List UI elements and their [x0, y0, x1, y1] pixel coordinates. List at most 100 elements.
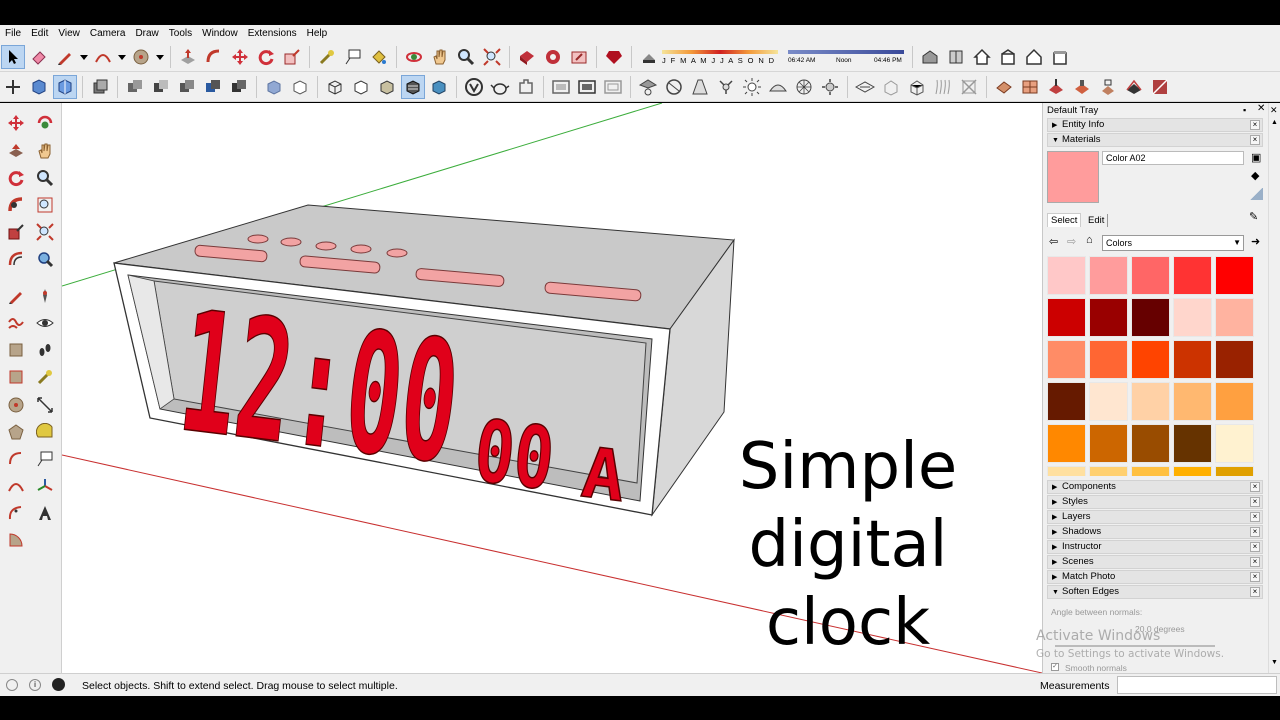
color-swatch[interactable]	[1215, 256, 1254, 295]
stamp-button[interactable]	[1070, 75, 1094, 99]
tray-pin-icon[interactable]: ▪	[1243, 105, 1246, 115]
rotate-button[interactable]	[254, 45, 278, 69]
color-swatch[interactable]	[1089, 466, 1128, 476]
push-pull-tool-button[interactable]	[4, 139, 28, 163]
components-panel-header[interactable]: ▶ Components ×	[1047, 480, 1263, 494]
zoom-extents-button[interactable]	[480, 45, 504, 69]
front-view-button[interactable]	[970, 45, 994, 69]
dome-light-button[interactable]	[662, 75, 686, 99]
orbit-tool-button[interactable]	[33, 111, 57, 135]
arc-dropdown-button[interactable]	[117, 45, 127, 69]
shaded-button[interactable]	[375, 75, 399, 99]
menu-help[interactable]: Help	[302, 28, 333, 39]
zoom-extents-tool-button[interactable]	[33, 220, 57, 244]
position-camera-button[interactable]	[33, 284, 57, 308]
eraser-tool-button[interactable]	[27, 45, 51, 69]
menu-draw[interactable]: Draw	[130, 28, 163, 39]
axes-button[interactable]	[1, 75, 25, 99]
sandbox-tool-1-button[interactable]	[462, 75, 486, 99]
add-detail-button[interactable]	[1122, 75, 1146, 99]
share-model-button[interactable]	[567, 45, 591, 69]
top-button-small[interactable]	[315, 241, 337, 251]
ies-light-button[interactable]	[714, 75, 738, 99]
color-swatch[interactable]	[1047, 466, 1086, 476]
select-tool-button[interactable]	[1, 44, 25, 69]
color-swatch[interactable]	[1131, 424, 1170, 463]
layers-panel-header[interactable]: ▶ Layers ×	[1047, 510, 1263, 524]
close-icon[interactable]: ×	[1250, 135, 1260, 145]
shaded-textures-button[interactable]	[401, 74, 425, 99]
materials-panel-header[interactable]: ▼ Materials ×	[1047, 133, 1263, 147]
clock-model[interactable]: 12:00 00 A	[113, 204, 735, 523]
text-tool-button[interactable]	[341, 45, 365, 69]
ruby-console-button[interactable]	[602, 45, 626, 69]
tape-measure-tool-button[interactable]	[33, 365, 57, 389]
color-swatch[interactable]	[1047, 424, 1086, 463]
close-icon[interactable]: ×	[1250, 512, 1260, 522]
color-swatch[interactable]	[1173, 298, 1212, 337]
details-arrow-icon[interactable]: ➜	[1251, 235, 1260, 248]
color-swatch[interactable]	[1173, 382, 1212, 421]
menu-edit[interactable]: Edit	[26, 28, 53, 39]
previous-view-button[interactable]	[33, 247, 57, 271]
two-point-arc-button[interactable]	[4, 474, 28, 498]
arc-tool-button[interactable]	[91, 45, 115, 69]
tab-edit[interactable]: Edit	[1085, 214, 1109, 227]
render-interactive-button[interactable]	[575, 75, 599, 99]
menu-file[interactable]: File	[0, 28, 26, 39]
styles-panel-header[interactable]: ▶ Styles ×	[1047, 495, 1263, 509]
top-button-small[interactable]	[386, 248, 408, 258]
top-button-small[interactable]	[350, 244, 372, 254]
forward-arrow-icon[interactable]: ⇨	[1067, 235, 1076, 248]
zoom-tool-button[interactable]	[33, 166, 57, 190]
wireframe-button[interactable]	[323, 75, 347, 99]
back-view-button[interactable]	[1022, 45, 1046, 69]
monochrome-button[interactable]	[427, 75, 451, 99]
tray-close-icon[interactable]: ✕	[1257, 103, 1265, 114]
menu-window[interactable]: Window	[197, 28, 243, 39]
split-button[interactable]	[227, 75, 251, 99]
text-tool-button-left[interactable]	[33, 447, 57, 471]
material-editor-button[interactable]	[514, 75, 538, 99]
color-swatch[interactable]	[1089, 382, 1128, 421]
walk-button[interactable]	[33, 338, 57, 362]
scale-button[interactable]	[280, 45, 304, 69]
trim-button[interactable]	[175, 75, 199, 99]
mesh-export-button[interactable]	[905, 75, 929, 99]
xray-button[interactable]	[262, 75, 286, 99]
move-button[interactable]	[228, 45, 252, 69]
dimension-tool-button[interactable]	[33, 393, 57, 417]
pie-tool-button[interactable]	[4, 528, 28, 552]
drape-button[interactable]	[1096, 75, 1120, 99]
arc-tool-button-left[interactable]	[4, 447, 28, 471]
tab-select[interactable]: Select	[1047, 213, 1082, 227]
look-around-button[interactable]	[33, 311, 57, 335]
entity-info-panel-header[interactable]: ▶ Entity Info ×	[1047, 118, 1263, 132]
frame-buffer-button[interactable]	[549, 75, 573, 99]
color-swatch[interactable]	[1215, 298, 1254, 337]
color-swatch[interactable]	[1047, 298, 1086, 337]
tape-measure-button[interactable]	[315, 45, 339, 69]
color-swatch[interactable]	[1089, 340, 1128, 379]
color-swatch[interactable]	[1173, 424, 1212, 463]
color-swatch[interactable]	[1089, 424, 1128, 463]
spot-light-button[interactable]	[688, 75, 712, 99]
infinite-plane-button[interactable]	[853, 75, 877, 99]
match-photo-panel-header[interactable]: ▶ Match Photo ×	[1047, 570, 1263, 584]
warehouse-button[interactable]	[515, 45, 539, 69]
push-pull-button[interactable]	[176, 45, 200, 69]
sun-button[interactable]	[818, 75, 842, 99]
color-swatch[interactable]	[1173, 466, 1212, 476]
render-region-button[interactable]	[601, 75, 625, 99]
line-tool-button-left[interactable]	[4, 284, 28, 308]
top-button-small[interactable]	[280, 237, 302, 247]
close-icon[interactable]: ×	[1250, 572, 1260, 582]
color-swatch[interactable]	[1089, 298, 1128, 337]
three-point-arc-button[interactable]	[4, 501, 28, 525]
top-view-button[interactable]	[944, 45, 968, 69]
tray-scroll-close-icon[interactable]: ✕	[1270, 105, 1278, 116]
follow-me-button[interactable]	[202, 45, 226, 69]
color-swatch[interactable]	[1215, 382, 1254, 421]
circle-tool-button[interactable]	[4, 393, 28, 417]
sandbox-from-contours-button[interactable]	[992, 75, 1016, 99]
